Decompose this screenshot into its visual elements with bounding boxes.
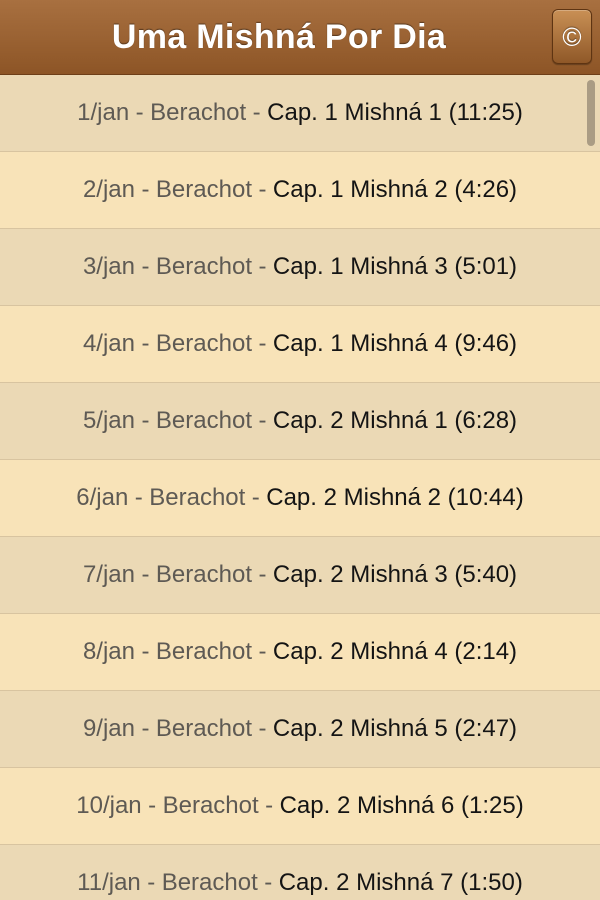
entry-separator: - (251, 484, 260, 511)
entry-tractate: Berachot (155, 638, 252, 665)
entry-separator: - (135, 99, 144, 126)
entry-tractate: Berachot (161, 869, 258, 896)
entry-separator: - (141, 330, 150, 357)
entry-separator: - (258, 638, 267, 665)
entry-date: 9/jan (82, 715, 135, 742)
entry-chapter: Cap. 2 Mishná 2 (10:44) (266, 484, 524, 511)
page-title: Uma Mishná Por Dia (111, 18, 447, 56)
entry-date: 2/jan (82, 176, 135, 203)
entry-chapter: Cap. 2 Mishná 1 (6:28) (272, 407, 518, 434)
entry-date: 10/jan (76, 792, 142, 819)
list-item[interactable]: 2/jan - Berachot - Cap. 1 Mishná 2 (4:26) (0, 152, 600, 229)
list-item[interactable]: 5/jan - Berachot - Cap. 2 Mishná 1 (6:28) (0, 383, 600, 460)
entry-separator: - (141, 176, 150, 203)
list-item[interactable]: 6/jan - Berachot - Cap. 2 Mishná 2 (10:44) (0, 460, 600, 537)
entry-chapter: Cap. 2 Mishná 3 (5:40) (272, 561, 518, 588)
entry-separator: - (258, 561, 267, 588)
entry-tractate: Berachot (149, 484, 246, 511)
entry-separator: - (141, 638, 150, 665)
entry-separator: - (258, 407, 267, 434)
copyright-button[interactable]: © (552, 9, 592, 64)
entry-date: 8/jan (82, 638, 135, 665)
entry-date: 6/jan (76, 484, 129, 511)
scrollbar-thumb[interactable] (587, 80, 595, 146)
entry-date: 3/jan (82, 253, 135, 280)
entry-chapter: Cap. 1 Mishná 2 (4:26) (272, 176, 518, 203)
entry-separator: - (134, 484, 143, 511)
entry-tractate: Berachot (155, 407, 252, 434)
entry-tractate: Berachot (155, 715, 252, 742)
entry-separator: - (258, 253, 267, 280)
entry-date: 1/jan (77, 99, 130, 126)
header-bar: Uma Mishná Por Dia © (0, 0, 600, 75)
entry-tractate: Berachot (155, 330, 252, 357)
list-item[interactable]: 4/jan - Berachot - Cap. 1 Mishná 4 (9:46) (0, 306, 600, 383)
list-item[interactable]: 3/jan - Berachot - Cap. 1 Mishná 3 (5:01) (0, 229, 600, 306)
entry-chapter: Cap. 2 Mishná 4 (2:14) (272, 638, 518, 665)
entry-separator: - (258, 715, 267, 742)
entry-date: 4/jan (82, 330, 135, 357)
entry-chapter: Cap. 1 Mishná 4 (9:46) (272, 330, 518, 357)
list-item[interactable]: 10/jan - Berachot - Cap. 2 Mishná 6 (1:25) (0, 768, 600, 845)
list-item[interactable]: 1/jan - Berachot - Cap. 1 Mishná 1 (11:25) (0, 75, 600, 152)
entry-separator: - (141, 253, 150, 280)
entry-chapter: Cap. 1 Mishná 1 (11:25) (267, 99, 523, 126)
mishna-list[interactable]: 1/jan - Berachot - Cap. 1 Mishná 1 (11:25) 2/… (0, 75, 600, 900)
entry-tractate: Berachot (155, 253, 252, 280)
entry-chapter: Cap. 2 Mishná 7 (1:50) (278, 869, 523, 896)
entry-separator: - (252, 99, 261, 126)
entry-date: 11/jan (77, 869, 141, 896)
app-screen: Uma Mishná Por Dia © 1/jan - Berachot - Cap.… (0, 0, 600, 900)
copyright-icon: © (562, 22, 582, 52)
entry-tractate: Berachot (155, 561, 252, 588)
entry-chapter: Cap. 2 Mishná 6 (1:25) (279, 792, 524, 819)
entry-separator: - (147, 869, 156, 896)
entry-separator: - (141, 407, 150, 434)
entry-separator: - (148, 792, 157, 819)
list-item[interactable]: 7/jan - Berachot - Cap. 2 Mishná 3 (5:40) (0, 537, 600, 614)
entry-tractate: Berachot (155, 176, 252, 203)
entry-chapter: Cap. 1 Mishná 3 (5:01) (272, 253, 518, 280)
list-item[interactable]: 8/jan - Berachot - Cap. 2 Mishná 4 (2:14) (0, 614, 600, 691)
entry-separator: - (265, 792, 274, 819)
entry-tractate: Berachot (162, 792, 259, 819)
entry-separator: - (141, 715, 150, 742)
entry-separator: - (264, 869, 273, 896)
entry-separator: - (258, 330, 267, 357)
entry-separator: - (141, 561, 150, 588)
entry-date: 7/jan (82, 561, 135, 588)
entry-date: 5/jan (82, 407, 135, 434)
entry-separator: - (258, 176, 267, 203)
entry-chapter: Cap. 2 Mishná 5 (2:47) (272, 715, 518, 742)
entry-tractate: Berachot (150, 99, 247, 126)
list-item[interactable]: 9/jan - Berachot - Cap. 2 Mishná 5 (2:47) (0, 691, 600, 768)
list-item[interactable]: 11/jan - Berachot - Cap. 2 Mishná 7 (1:50) (0, 845, 600, 900)
